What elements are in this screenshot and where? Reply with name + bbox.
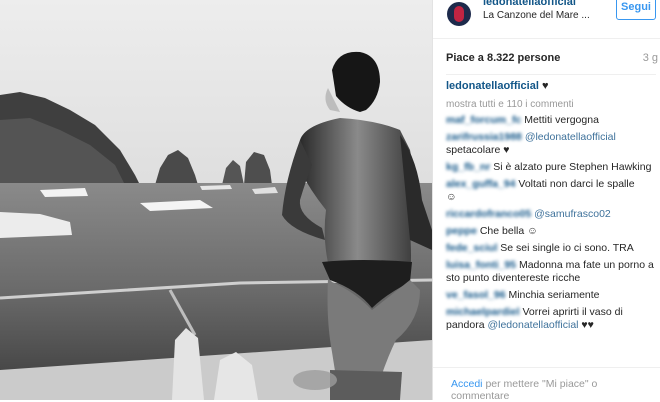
comment: riccardofranco05 @samufrasco02 (446, 208, 658, 221)
comment-emoji: ☺ (446, 191, 457, 203)
comment-mention[interactable]: @ledonatellaofficial (487, 319, 578, 331)
divider (446, 74, 656, 75)
comment-text: Che bella ☺ (479, 225, 538, 237)
likes-row: Piace a 8.322 persone 3 g (446, 52, 658, 66)
post-time[interactable]: 3 g (643, 52, 658, 64)
comment-username[interactable]: michaelpardiel (446, 306, 520, 318)
photo-scene (0, 0, 432, 400)
comment-username[interactable]: peppe (446, 225, 477, 237)
avatar[interactable] (447, 2, 471, 26)
comment: michaelpardiel Vorrei aprirti il vaso di… (446, 306, 658, 332)
comment-text: Minchia seriamente (508, 289, 600, 301)
comment-username[interactable]: luisa_fonti_95 (446, 259, 516, 271)
comment-username[interactable]: kg_fb_nr (446, 161, 490, 173)
comment-mention[interactable]: @ledonatellaofficial (525, 131, 616, 143)
instagram-post: ledonatellaofficial La Canzone del Mare … (0, 0, 660, 402)
caption-text: ♥ (541, 80, 549, 92)
comment-username[interactable]: alex_guffa_94 (446, 178, 515, 190)
comment-heart: ♥♥ (581, 319, 594, 331)
comment: kg_fb_nr Si è alzato pure Stephen Hawkin… (446, 161, 658, 174)
comment-username[interactable]: zarifrussia1988 (446, 131, 522, 143)
caption-username[interactable]: ledonatellaofficial (446, 80, 539, 92)
post-location[interactable]: La Canzone del Mare ... (483, 10, 590, 21)
comment-username[interactable]: riccardofranco05 (446, 208, 531, 220)
comment: alex_guffa_94 Voltati non darci le spall… (446, 178, 658, 204)
comment: maf_forcum_fc Mettiti vergogna (446, 114, 658, 127)
comment-mention[interactable]: @samufrasco02 (534, 208, 611, 220)
comment: luisa_fonti_95 Madonna ma fate un porno … (446, 259, 658, 285)
comment-text: Voltati non darci le spalle (518, 178, 635, 190)
post-photo[interactable] (0, 0, 432, 400)
post-sidebar: ledonatellaofficial La Canzone del Mare … (432, 0, 660, 402)
login-link[interactable]: Accedi (451, 378, 483, 390)
login-to-comment: Accedi per mettere "Mi piace" o commenta… (451, 378, 651, 402)
comment-footer: Accedi per mettere "Mi piace" o commenta… (433, 367, 660, 402)
comment-username[interactable]: maf_forcum_fc (446, 114, 521, 126)
follow-button[interactable]: Segui (616, 0, 656, 20)
comment-username[interactable]: ve_fasol_96 (446, 289, 506, 301)
comment: zarifrussia1988 @ledonatellaofficial spe… (446, 131, 658, 157)
comment: peppe Che bella ☺ (446, 225, 658, 238)
comment-list: maf_forcum_fc Mettiti vergogna zarifruss… (446, 114, 658, 336)
comment-text: Si è alzato pure Stephen Hawking (493, 161, 652, 173)
comment: ve_fasol_96 Minchia seriamente (446, 289, 658, 302)
likes-count[interactable]: Piace a 8.322 persone (446, 52, 560, 64)
comment-text: spetacolare ♥ (446, 144, 510, 156)
comment-text: Se sei single io ci sono. TRA (500, 242, 634, 254)
post-username[interactable]: ledonatellaofficial (483, 0, 576, 8)
load-more-comments[interactable]: mostra tutti e 110 i commenti (446, 99, 574, 110)
comment-username[interactable]: fede_sciul (446, 242, 497, 254)
comment: fede_sciul Se sei single io ci sono. TRA (446, 242, 658, 255)
caption: ledonatellaofficial ♥ (446, 80, 549, 92)
post-header: ledonatellaofficial La Canzone del Mare … (433, 0, 660, 39)
comment-text: Mettiti vergogna (524, 114, 599, 126)
